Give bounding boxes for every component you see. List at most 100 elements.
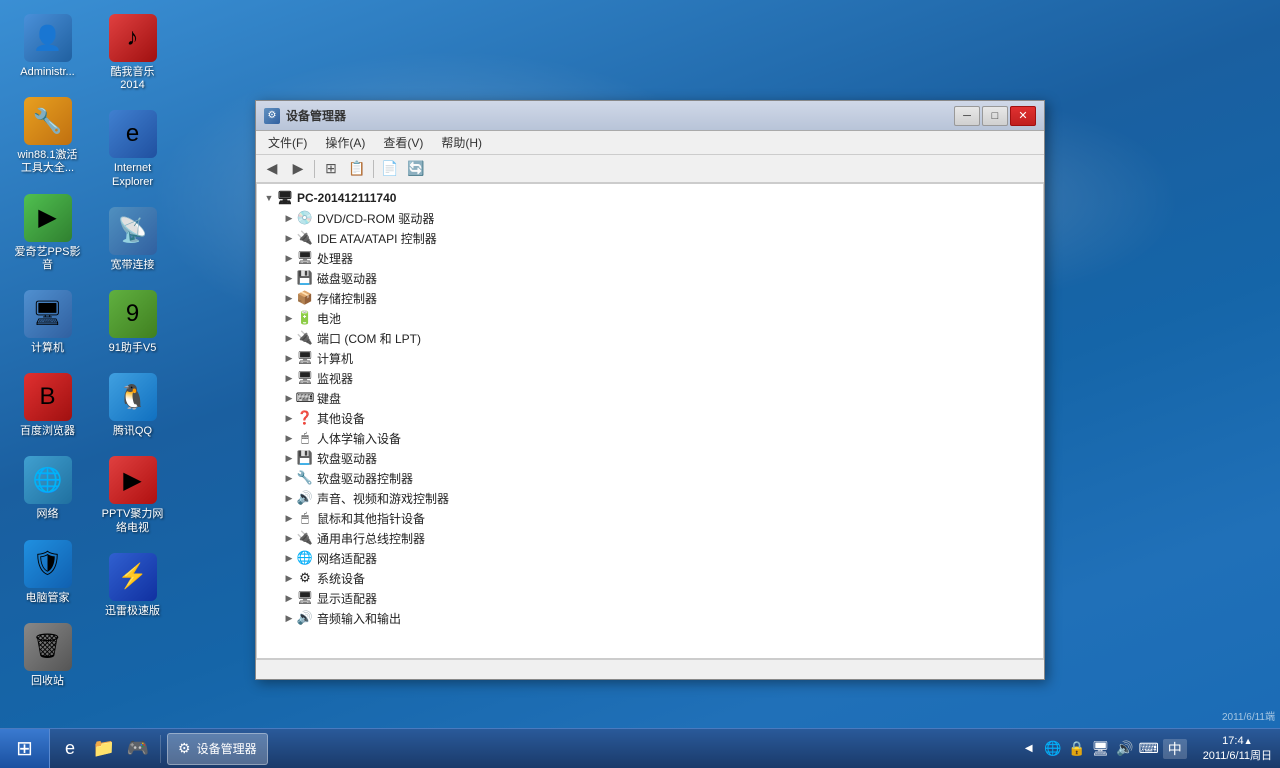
expander-8[interactable]: ▶ <box>281 370 297 386</box>
menu-action[interactable]: 操作(A) <box>317 132 373 153</box>
expander-1[interactable]: ▶ <box>281 230 297 246</box>
expander-6[interactable]: ▶ <box>281 330 297 346</box>
desktop-icon-admin[interactable]: 👤 Administr... <box>10 10 85 83</box>
icon-image-kuwo: ♪ <box>109 14 157 62</box>
expander-18[interactable]: ▶ <box>281 570 297 586</box>
close-button[interactable]: ✕ <box>1010 106 1036 126</box>
tree-item-17[interactable]: ▶ 🌐 网络适配器 <box>257 548 1043 568</box>
expander-16[interactable]: ▶ <box>281 530 297 546</box>
desktop-icon-kuwo[interactable]: ♪ 酷我音乐2014 <box>95 10 170 96</box>
desktop-icon-recycle[interactable]: 🗑 回收站 <box>10 619 85 692</box>
clock[interactable]: 17:4▲ 2011/6/11周日 <box>1195 735 1280 763</box>
tray-keyboard[interactable]: ⌨ <box>1139 739 1159 759</box>
tree-root[interactable]: ▼ 🖥 PC-201412111740 <box>257 188 1043 208</box>
expander-4[interactable]: ▶ <box>281 290 297 306</box>
toolbar-btn-5[interactable]: 🔄 <box>404 158 428 180</box>
expander-13[interactable]: ▶ <box>281 470 297 486</box>
tree-item-16[interactable]: ▶ 🔌 通用串行总线控制器 <box>257 528 1043 548</box>
desktop-icon-91[interactable]: 9 91助手V5 <box>95 286 170 359</box>
desktop-icon-baidu[interactable]: B 百度浏览器 <box>10 369 85 442</box>
tree-item-20[interactable]: ▶ 🔊 音频输入和输出 <box>257 608 1043 628</box>
tree-item-5[interactable]: ▶ 🔋 电池 <box>257 308 1043 328</box>
minimize-button[interactable]: ─ <box>954 106 980 126</box>
desktop-icon-ie[interactable]: e Internet Explorer <box>95 106 170 192</box>
item-label-15: 鼠标和其他指针设备 <box>317 510 425 527</box>
menu-file[interactable]: 文件(F) <box>260 132 315 153</box>
expander-14[interactable]: ▶ <box>281 490 297 506</box>
quicklaunch-2[interactable]: 🎮 <box>122 733 154 765</box>
expander-5[interactable]: ▶ <box>281 310 297 326</box>
tree-item-4[interactable]: ▶ 📦 存储控制器 <box>257 288 1043 308</box>
desktop-icon-thunder[interactable]: ⚡ 迅雷极速版 <box>95 549 170 622</box>
tray-network[interactable]: 🌐 <box>1043 739 1063 759</box>
tree-item-8[interactable]: ▶ 🖥 监视器 <box>257 368 1043 388</box>
taskbar-devmgr[interactable]: ⚙设备管理器 <box>167 733 268 765</box>
quicklaunch-0[interactable]: e <box>54 733 86 765</box>
start-button[interactable]: ⊞ <box>0 729 50 768</box>
tray-display[interactable]: 🖥 <box>1091 739 1111 759</box>
expander-20[interactable]: ▶ <box>281 610 297 626</box>
item-icon-1: 🔌 <box>297 230 313 246</box>
tray-input-method[interactable]: 中 <box>1163 739 1187 759</box>
item-icon-13: 🔧 <box>297 470 313 486</box>
taskbar-apps: e📁🎮 ⚙设备管理器 <box>50 729 1011 768</box>
expander-12[interactable]: ▶ <box>281 450 297 466</box>
expander-9[interactable]: ▶ <box>281 390 297 406</box>
expander-2[interactable]: ▶ <box>281 250 297 266</box>
tray-expand[interactable]: ◀ <box>1019 739 1039 759</box>
root-icon: 🖥 <box>277 190 293 206</box>
menu-view[interactable]: 查看(V) <box>375 132 431 153</box>
expander-11[interactable]: ▶ <box>281 430 297 446</box>
tree-item-7[interactable]: ▶ 🖥 计算机 <box>257 348 1043 368</box>
menu-help[interactable]: 帮助(H) <box>433 132 490 153</box>
desktop-icon-win88[interactable]: 🔧 win88.1激活工具大全... <box>10 93 85 179</box>
tree-item-14[interactable]: ▶ 🔊 声音、视频和游戏控制器 <box>257 488 1043 508</box>
tree-view[interactable]: ▼ 🖥 PC-201412111740 ▶ 💿 DVD/CD-ROM 驱动器 ▶… <box>256 183 1044 659</box>
expander-19[interactable]: ▶ <box>281 590 297 606</box>
tree-item-3[interactable]: ▶ 💾 磁盘驱动器 <box>257 268 1043 288</box>
tray-volume[interactable]: 🔊 <box>1115 739 1135 759</box>
tray-security[interactable]: 🔒 <box>1067 739 1087 759</box>
tree-item-15[interactable]: ▶ 🖱 鼠标和其他指针设备 <box>257 508 1043 528</box>
toolbar-btn-3[interactable]: 📋 <box>345 158 369 180</box>
tree-item-10[interactable]: ▶ ❓ 其他设备 <box>257 408 1043 428</box>
tree-item-0[interactable]: ▶ 💿 DVD/CD-ROM 驱动器 <box>257 208 1043 228</box>
icon-label-baidu: 百度浏览器 <box>20 425 75 438</box>
desktop-icon-pps[interactable]: ▶ 爱奇艺PPS影音 <box>10 190 85 276</box>
item-icon-2: 🖥 <box>297 250 313 266</box>
toolbar-btn-4[interactable]: 📄 <box>378 158 402 180</box>
icon-image-computer: 🖥 <box>24 290 72 338</box>
toolbar-btn-1[interactable]: ▶ <box>286 158 310 180</box>
devmgr-label: 设备管理器 <box>197 740 257 757</box>
expander-3[interactable]: ▶ <box>281 270 297 286</box>
desktop-icon-qq[interactable]: 🐧 腾讯QQ <box>95 369 170 442</box>
tree-item-1[interactable]: ▶ 🔌 IDE ATA/ATAPI 控制器 <box>257 228 1043 248</box>
expander-0[interactable]: ▶ <box>281 210 297 226</box>
root-expander[interactable]: ▼ <box>261 190 277 206</box>
desktop-icon-pptv[interactable]: ▶ PPTV聚力网络电视 <box>95 452 170 538</box>
maximize-button[interactable]: □ <box>982 106 1008 126</box>
desktop-icon-computer[interactable]: 🖥 计算机 <box>10 286 85 359</box>
tree-item-2[interactable]: ▶ 🖥 处理器 <box>257 248 1043 268</box>
tree-item-13[interactable]: ▶ 🔧 软盘驱动器控制器 <box>257 468 1043 488</box>
expander-10[interactable]: ▶ <box>281 410 297 426</box>
tree-item-19[interactable]: ▶ 🖥 显示适配器 <box>257 588 1043 608</box>
tree-item-18[interactable]: ▶ ⚙ 系统设备 <box>257 568 1043 588</box>
expander-15[interactable]: ▶ <box>281 510 297 526</box>
tree-item-9[interactable]: ▶ ⌨ 键盘 <box>257 388 1043 408</box>
tree-item-11[interactable]: ▶ 🖱 人体学输入设备 <box>257 428 1043 448</box>
expander-17[interactable]: ▶ <box>281 550 297 566</box>
icon-label-computer: 计算机 <box>31 342 64 355</box>
icon-image-recycle: 🗑 <box>24 623 72 671</box>
quicklaunch-1[interactable]: 📁 <box>88 733 120 765</box>
tree-item-6[interactable]: ▶ 🔌 端口 (COM 和 LPT) <box>257 328 1043 348</box>
desktop-icon-network[interactable]: 🌐 网络 <box>10 452 85 525</box>
toolbar-btn-0[interactable]: ◀ <box>260 158 284 180</box>
icon-image-win88: 🔧 <box>24 97 72 145</box>
toolbar-btn-2[interactable]: ⊞ <box>319 158 343 180</box>
item-label-14: 声音、视频和游戏控制器 <box>317 490 449 507</box>
desktop-icon-broadband[interactable]: 📡 宽带连接 <box>95 203 170 276</box>
expander-7[interactable]: ▶ <box>281 350 297 366</box>
tree-item-12[interactable]: ▶ 💾 软盘驱动器 <box>257 448 1043 468</box>
desktop-icon-pcmgr[interactable]: 🛡 电脑管家 <box>10 536 85 609</box>
